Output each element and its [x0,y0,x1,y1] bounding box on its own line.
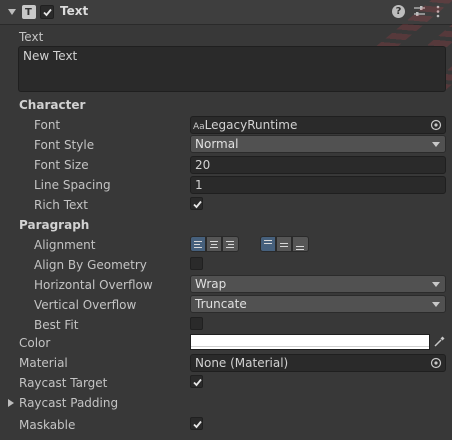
checkmark-icon [193,200,202,209]
text-area[interactable]: New Text [18,46,446,92]
align-top-button[interactable] [260,236,276,252]
material-label: Material [19,356,68,370]
vertical-alignment-group [260,236,318,252]
font-style-label: Font Style [34,138,95,152]
raycast-target-label: Raycast Target [19,376,108,390]
horizontal-alignment-group [190,236,248,252]
component-title: Text [60,4,89,18]
font-value: LegacyRuntime [204,118,298,132]
material-object-field[interactable]: None (Material) [190,354,446,372]
font-size-input[interactable]: 20 [190,156,446,174]
vertical-overflow-label: Vertical Overflow [34,298,137,312]
align-right-button[interactable] [222,236,239,252]
maskable-checkbox[interactable] [190,417,203,430]
font-asset-icon: Aa [193,122,205,132]
component-enabled-checkbox[interactable] [40,5,54,19]
foldout-arrow-icon[interactable] [8,9,16,15]
alignment-label: Alignment [34,238,96,252]
font-style-dropdown[interactable]: Normal [190,135,446,153]
best-fit-label: Best Fit [34,318,79,332]
maskable-label: Maskable [19,418,76,432]
align-center-button[interactable] [206,236,222,252]
raycast-padding-foldout-icon[interactable] [8,399,14,407]
character-header: Character [19,98,86,112]
object-picker-icon[interactable] [430,119,442,131]
align-by-geometry-label: Align By Geometry [34,258,147,272]
raycast-target-checkbox[interactable] [190,375,203,388]
align-middle-button[interactable] [276,236,292,252]
text-component-icon: T [22,5,36,19]
rich-text-label: Rich Text [34,198,88,212]
vertical-overflow-dropdown[interactable]: Truncate [190,295,446,313]
line-spacing-input[interactable]: 1 [190,176,446,194]
vertical-overflow-value: Truncate [195,297,247,311]
color-swatch[interactable] [190,334,430,350]
rich-text-checkbox[interactable] [190,197,203,210]
color-label: Color [19,336,51,350]
raycast-padding-label[interactable]: Raycast Padding [19,396,118,410]
line-spacing-label: Line Spacing [34,178,111,192]
best-fit-checkbox[interactable] [190,317,203,330]
horizontal-overflow-label: Horizontal Overflow [34,278,153,292]
align-bottom-button[interactable] [292,236,309,252]
font-size-label: Font Size [34,158,89,172]
help-icon[interactable]: ? [392,5,405,18]
font-object-field[interactable]: AaLegacyRuntime [190,116,446,134]
font-label: Font [34,118,61,132]
object-picker-icon[interactable] [430,357,442,369]
dropdown-arrow-icon [432,302,440,307]
dropdown-arrow-icon [432,142,440,147]
align-left-button[interactable] [190,236,206,252]
paragraph-header: Paragraph [19,218,90,232]
align-by-geometry-checkbox[interactable] [190,257,203,270]
component-header[interactable]: T Text ? [0,0,452,25]
material-value: None (Material) [195,356,289,370]
dropdown-arrow-icon [432,282,440,287]
presets-icon[interactable] [413,5,426,18]
eyedropper-icon[interactable] [433,335,446,348]
horizontal-overflow-dropdown[interactable]: Wrap [190,275,446,293]
checkmark-icon [43,8,52,17]
text-label: Text [19,30,44,44]
checkmark-icon [193,378,202,387]
horizontal-overflow-value: Wrap [195,277,227,291]
checkmark-icon [193,420,202,429]
font-style-value: Normal [195,137,239,151]
more-icon[interactable] [435,5,441,18]
